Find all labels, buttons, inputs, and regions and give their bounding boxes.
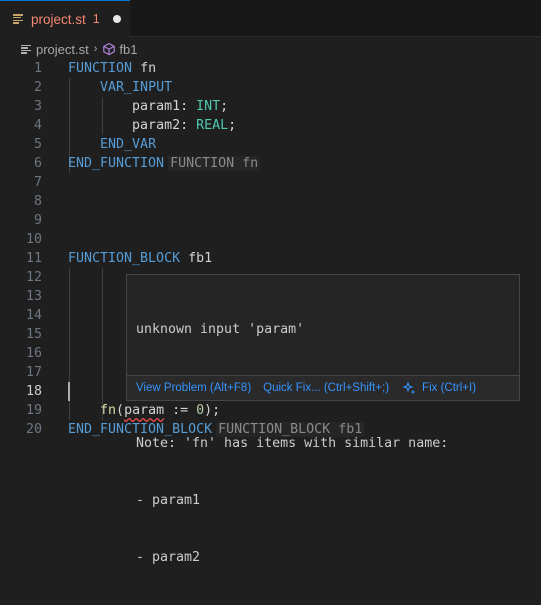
line-number: 20 bbox=[25, 422, 42, 437]
line-number: 11 bbox=[25, 251, 42, 266]
breadcrumb-symbol[interactable]: fb1 bbox=[119, 42, 137, 57]
code-line: 8 bbox=[0, 192, 541, 211]
code-line: 10 bbox=[0, 230, 541, 249]
line-number: 12 bbox=[25, 270, 42, 285]
view-problem-link[interactable]: View Problem (Alt+F8) bbox=[136, 382, 251, 394]
line-number: 4 bbox=[33, 118, 42, 133]
code-line: 9 bbox=[0, 211, 541, 230]
hover-actions: View Problem (Alt+F8) Quick Fix... (Ctrl… bbox=[127, 375, 519, 400]
code-line: 11 FUNCTION_BLOCK fb1 bbox=[0, 249, 541, 268]
line-number: 16 bbox=[25, 346, 42, 361]
hover-note: Note: 'fn' has items with similar name: bbox=[136, 436, 449, 451]
line-number: 17 bbox=[25, 365, 42, 380]
text-file-icon bbox=[13, 14, 25, 24]
line-number: 5 bbox=[33, 137, 42, 152]
code-line: 6 END_FUNCTION FUNCTION fn bbox=[0, 154, 541, 173]
tab-problem-count: 1 bbox=[92, 12, 100, 26]
line-number: 14 bbox=[25, 308, 42, 323]
line-number: 15 bbox=[25, 327, 42, 342]
code-line: 5 END_VAR bbox=[0, 135, 541, 154]
breadcrumb: project.st › fb1 bbox=[0, 38, 541, 60]
breadcrumb-file[interactable]: project.st bbox=[36, 42, 89, 57]
tab-bar: project.st 1 bbox=[0, 0, 541, 37]
code-line: 2 VAR_INPUT bbox=[0, 78, 541, 97]
line-number: 8 bbox=[33, 194, 42, 209]
line-number: 3 bbox=[33, 99, 42, 114]
text-file-icon bbox=[21, 44, 32, 54]
hover-item: - param2 bbox=[136, 550, 201, 565]
line-number: 9 bbox=[33, 213, 42, 228]
breadcrumb-chevron-icon: › bbox=[93, 43, 98, 55]
sparkle-icon bbox=[403, 381, 416, 394]
tab-label: project.st bbox=[31, 11, 86, 27]
line-number: 1 bbox=[33, 61, 42, 76]
line-number: 2 bbox=[33, 80, 42, 95]
tab-project-st[interactable]: project.st 1 bbox=[0, 0, 130, 37]
line-number: 7 bbox=[33, 175, 42, 190]
line-number: 10 bbox=[25, 232, 42, 247]
code-line: 3 param1: INT; bbox=[0, 97, 541, 116]
hover-message: unknown input 'param' bbox=[136, 322, 305, 337]
code-line: 7 bbox=[0, 173, 541, 192]
line-number: 13 bbox=[25, 289, 42, 304]
quick-fix-link[interactable]: Quick Fix... (Ctrl+Shift+;) bbox=[263, 382, 389, 394]
inlay-hint: FUNCTION fn bbox=[168, 156, 261, 171]
unsaved-dot-icon[interactable] bbox=[112, 15, 121, 23]
line-number: 6 bbox=[33, 156, 42, 171]
code-line: 4 param2: REAL; bbox=[0, 116, 541, 135]
hover-tooltip: unknown input 'param' Note: 'fn' has ite… bbox=[126, 274, 520, 565]
text-cursor bbox=[68, 382, 70, 401]
line-number: 18 bbox=[25, 384, 42, 399]
fix-link[interactable]: Fix (Ctrl+I) bbox=[403, 381, 477, 395]
code-line: 1 FUNCTION fn bbox=[0, 59, 541, 78]
hover-item: - param1 bbox=[136, 493, 201, 508]
line-number: 19 bbox=[25, 403, 42, 418]
symbol-cube-icon bbox=[103, 42, 116, 56]
fix-link-label: Fix (Ctrl+I) bbox=[422, 382, 477, 394]
